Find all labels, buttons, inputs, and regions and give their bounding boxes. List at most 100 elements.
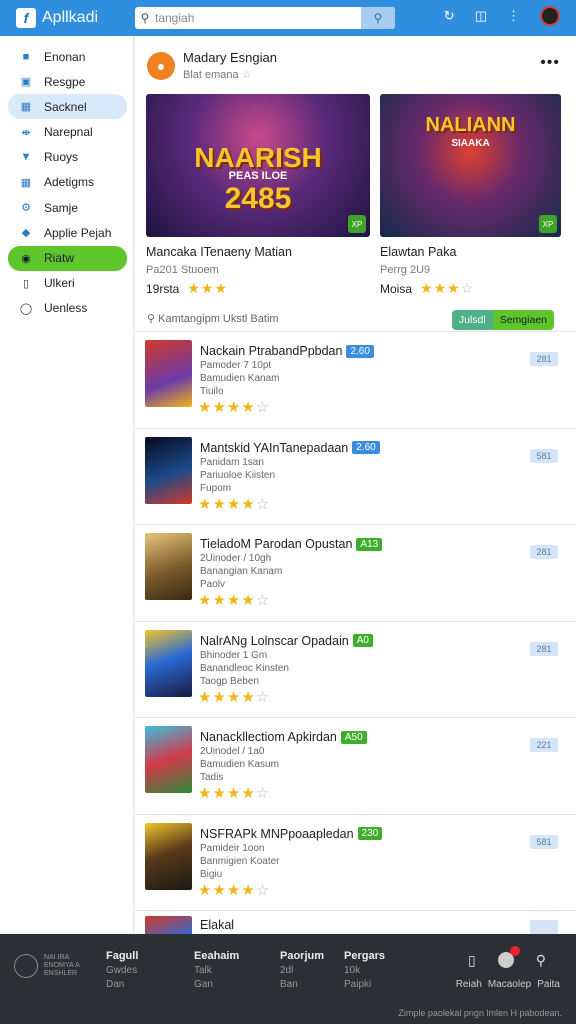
version-badge: 230 — [357, 827, 383, 840]
list-item-title: Nackain PtrabandPpbdan 2.60 — [200, 344, 374, 358]
sidebar-item-label: Ruoys — [44, 150, 79, 165]
install-button[interactable]: 221 — [530, 738, 558, 752]
sidebar: ■ Enonan ▣ Resgpe ▦ Sacknel ⇼ Narepnal ▼ Ruoy… — [0, 36, 134, 934]
avatar[interactable] — [540, 6, 560, 26]
sidebar-item-adetigms[interactable]: ▦ Adetigms — [8, 170, 127, 195]
install-button[interactable] — [530, 920, 558, 934]
list-item[interactable]: TieladoM Parodan Opustan A13 2Uinoder / 1… — [135, 525, 576, 622]
footer-column[interactable]: Fagull Gwdes Dan — [106, 950, 138, 990]
meta-line: Bamudien Kasum — [200, 759, 279, 770]
title-text: Nackain PtrabandPpbdan — [200, 344, 343, 358]
recipe-icon: ▣ — [20, 76, 32, 89]
footer-bar: NAI IRA ENOMYA A ENSHLER Fagull Gwdes Da… — [0, 934, 576, 1024]
controller-icon: ◉ — [21, 252, 31, 265]
app-logo-icon[interactable]: f — [16, 8, 36, 28]
search-button[interactable]: ⚲ — [361, 7, 395, 29]
meta-line: Panidam 1san — [200, 456, 264, 468]
footer-column[interactable]: Paorjum 2dl Ban — [280, 950, 324, 990]
artwork-subtitle: SIAAKA — [451, 138, 490, 149]
game-thumbnail — [145, 629, 192, 697]
sidebar-item-ulkeri[interactable]: ▯ Ulkeri — [8, 271, 127, 296]
artwork-title: NALIANN — [425, 114, 516, 136]
install-button[interactable]: 281 — [530, 352, 558, 366]
sidebar-item-narepnal[interactable]: ⇼ Narepnal — [8, 120, 127, 145]
feedback-icon[interactable]: ◫ — [475, 8, 487, 24]
featured-card[interactable]: NAARISH PEAS ILOE 2485 XP Mancaka ITenae… — [146, 94, 370, 297]
list-item-title: NSFRAPk MNPpoaapledan 230 — [200, 827, 383, 841]
install-button[interactable]: 581 — [530, 448, 558, 463]
sidebar-item-riatw[interactable]: ◉ Riatw — [8, 245, 127, 271]
sidebar-item-sacknel[interactable]: ▦ Sacknel — [8, 94, 127, 120]
card-title: Elawtan Paka — [380, 245, 457, 259]
install-button[interactable]: 281 — [530, 641, 558, 656]
game-thumbnail — [145, 822, 192, 890]
star-rating: ★★★☆ — [420, 280, 475, 296]
list-item[interactable]: NSFRAPk MNPpoaapledan 230 Pamideir 1oon B… — [135, 815, 576, 911]
sidebar-item-ruoys[interactable]: ▼ Ruoys — [8, 145, 127, 170]
game-thumbnail — [145, 340, 192, 407]
footer-column[interactable]: Eeahaim Talk Gan — [194, 950, 239, 990]
search-bar[interactable]: ⚲ tangiah ⚲ — [135, 7, 395, 29]
footer-column[interactable]: Pergars 10k Paipki — [344, 950, 385, 990]
install-button[interactable]: 281 — [530, 545, 558, 559]
wifi-icon: ▼ — [20, 151, 32, 164]
meta-line: Bigiu — [200, 868, 223, 880]
list-item[interactable]: Elakal — [135, 910, 576, 936]
install-button[interactable]: 581 — [530, 834, 558, 849]
version-badge: 2.60 — [352, 441, 380, 454]
meta-line: 2Uinoder / 10gh — [200, 553, 272, 564]
list-item-title: Elakal — [200, 918, 235, 932]
more-options-button[interactable]: ••• — [540, 54, 560, 72]
game-thumbnail — [145, 916, 192, 936]
filter-text[interactable]: ⚲ Kamtangipm Ukstl Batim — [147, 312, 279, 325]
segment-semgiaen[interactable]: Semgiaen — [492, 310, 554, 330]
column-line: Paipki — [344, 979, 372, 990]
sidebar-item-applie-pejah[interactable]: ◆ Applie Pejah — [8, 220, 127, 245]
header-actions: ↻ ◫ ⋮ — [444, 6, 560, 26]
card-rating: 19rsta ★★★ — [146, 280, 370, 297]
column-heading: Fagull — [106, 950, 139, 962]
sidebar-item-label: Adetigms — [44, 175, 95, 190]
xp-badge-icon: XP — [539, 215, 557, 233]
search-icon[interactable]: ⚲ — [536, 952, 546, 969]
meta-line: Banmigien Koater — [200, 855, 280, 867]
segment-julsdl[interactable]: Julsdl — [451, 310, 493, 330]
column-line: Ban — [280, 979, 298, 990]
game-list: Nackain PtrabandPpbdan 2.60 Pamoder 7 10p… — [135, 332, 576, 911]
sidebar-item-resgpe[interactable]: ▣ Resgpe — [8, 69, 127, 94]
sidebar-item-label: Enonan — [44, 49, 86, 64]
refresh-icon[interactable]: ↻ — [444, 8, 455, 24]
rating-label: 19rsta — [146, 281, 180, 296]
meta-line: Banandleoc Kinsten — [200, 662, 289, 674]
sidebar-item-label: Ulkeri — [44, 276, 75, 291]
version-badge: A13 — [356, 537, 383, 551]
list-item[interactable]: Mantskid YAInTanepadaan 2.60 Panidam 1san… — [135, 429, 576, 525]
brand-logo-icon — [14, 954, 38, 978]
featured-card[interactable]: NALIANN SIAAKA XP Elawtan Paka Perrg 2U9… — [380, 94, 561, 297]
developer-title: Madary Esngian — [183, 50, 277, 65]
game-artwork: NAARISH PEAS ILOE 2485 XP — [146, 94, 370, 237]
phone-icon[interactable]: ▯ — [468, 952, 476, 969]
list-item[interactable]: NalrANg Lolnscar Opadain A0 Bhinoder 1 Gm… — [135, 622, 576, 718]
list-item[interactable]: Nanackllectiom Apkirdan A50 2Uinodel / 1a… — [135, 718, 576, 815]
search-input[interactable]: tangiah — [155, 11, 361, 25]
list-item[interactable]: Nackain PtrabandPpbdan 2.60 Pamoder 7 10p… — [135, 332, 576, 429]
notification-icon[interactable] — [497, 946, 520, 968]
sidebar-item-uenless[interactable]: ◯ Uenless — [8, 296, 127, 321]
sidebar-item-samje[interactable]: ⚙ Samje — [8, 195, 127, 220]
xp-badge-icon: XP — [348, 215, 366, 233]
column-line: Gwdes — [106, 965, 138, 976]
column-heading: Paorjum — [280, 950, 325, 962]
segmented-control: Julsdl Semgiaen — [451, 310, 554, 330]
developer-header[interactable]: ● Madary Esngian Blat emana ☆ — [147, 50, 277, 81]
sidebar-item-enonan[interactable]: ■ Enonan — [8, 44, 127, 69]
link-icon: ⇼ — [21, 126, 31, 139]
artwork-number: 2485 — [224, 182, 292, 215]
artwork-subtitle: PEAS ILOE — [228, 170, 288, 182]
more-vertical-icon[interactable]: ⋮ — [507, 8, 520, 24]
tag-icon: ◆ — [21, 227, 31, 240]
list-item-title: TieladoM Parodan Opustan A13 — [200, 537, 383, 551]
meta-line: Bamudien Kanam — [200, 373, 280, 384]
sidebar-item-label: Sacknel — [44, 99, 87, 114]
developer-subtitle: Blat emana ☆ — [183, 69, 252, 81]
